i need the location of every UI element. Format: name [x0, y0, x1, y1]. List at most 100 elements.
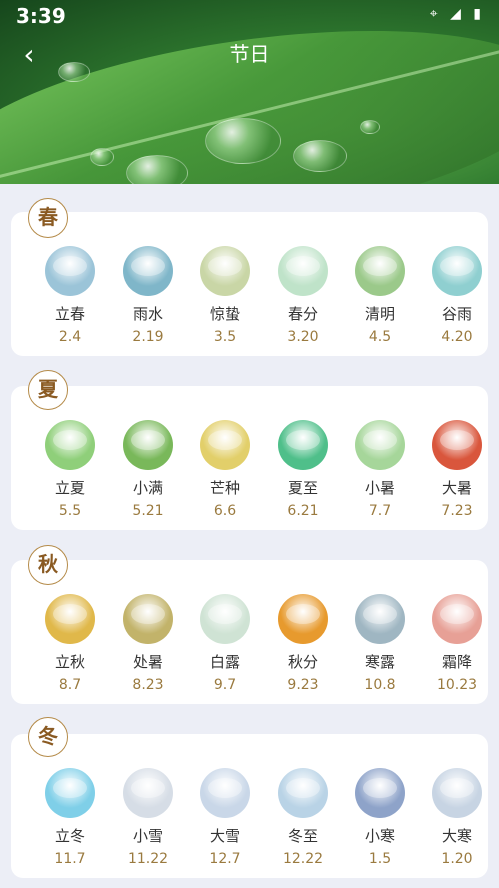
solar-term-illustration-icon — [355, 768, 405, 818]
solar-term-name: 小满 — [132, 479, 163, 497]
solar-term-item[interactable]: 立夏 5.5 — [31, 420, 109, 520]
solar-term-item[interactable]: 春分 3.20 — [264, 246, 342, 346]
solar-term-illustration-icon — [200, 420, 250, 470]
water-drop — [90, 148, 114, 166]
solar-term-item[interactable]: 谷雨 4.20 — [418, 246, 496, 346]
solar-term-item[interactable]: 大雪 12.7 — [186, 768, 264, 868]
solar-term-name: 霜降 — [441, 653, 472, 671]
term-row: 立秋 8.7 处暑 8.23 白露 9.7 秋分 9.23 寒露 10.8 霜降 10.23 — [11, 594, 488, 714]
solar-term-name: 冬至 — [287, 827, 318, 845]
solar-term-illustration-icon — [45, 246, 95, 296]
page-title: 节日 — [229, 42, 270, 66]
solar-term-item[interactable]: 惊蛰 3.5 — [186, 246, 264, 346]
solar-term-date: 9.7 — [213, 677, 237, 693]
solar-term-date: 5.21 — [132, 503, 164, 519]
solar-term-name: 惊蛰 — [209, 305, 240, 323]
solar-term-illustration-icon — [45, 420, 95, 470]
solar-term-name: 立春 — [54, 305, 85, 323]
solar-term-item[interactable]: 冬至 12.22 — [264, 768, 342, 868]
solar-term-name: 立秋 — [54, 653, 85, 671]
solar-term-name: 春分 — [287, 305, 318, 323]
solar-term-illustration-icon — [355, 594, 405, 644]
solar-term-illustration-icon — [432, 246, 482, 296]
solar-term-illustration-icon — [432, 768, 482, 818]
status-bar: 3:39 ⌖ ◢ ▮ — [0, 0, 499, 30]
solar-term-illustration-icon — [123, 594, 173, 644]
solar-term-date: 3.5 — [213, 329, 237, 345]
season-badge: 夏 — [28, 370, 68, 410]
solar-term-date: 9.23 — [287, 677, 319, 693]
solar-term-name: 处暑 — [132, 653, 163, 671]
solar-term-item[interactable]: 小满 5.21 — [109, 420, 187, 520]
season-badge: 冬 — [28, 717, 68, 757]
solar-term-date: 12.7 — [209, 851, 241, 867]
solar-term-date: 6.6 — [213, 503, 237, 519]
solar-term-item[interactable]: 夏至 6.21 — [264, 420, 342, 520]
solar-term-date: 1.5 — [368, 851, 392, 867]
solar-term-item[interactable]: 立冬 11.7 — [31, 768, 109, 868]
solar-term-date: 4.20 — [441, 329, 473, 345]
solar-term-name: 白露 — [209, 653, 240, 671]
solar-term-item[interactable]: 大暑 7.23 — [418, 420, 496, 520]
solar-term-name: 谷雨 — [441, 305, 472, 323]
solar-term-illustration-icon — [432, 594, 482, 644]
solar-term-name: 夏至 — [287, 479, 318, 497]
water-drop — [126, 155, 188, 184]
solar-term-name: 立夏 — [54, 479, 85, 497]
solar-term-item[interactable]: 小暑 7.7 — [341, 420, 419, 520]
solar-term-name: 大雪 — [209, 827, 240, 845]
solar-term-item[interactable]: 小雪 11.22 — [109, 768, 187, 868]
solar-term-illustration-icon — [432, 420, 482, 470]
solar-term-item[interactable]: 清明 4.5 — [341, 246, 419, 346]
solar-term-illustration-icon — [200, 246, 250, 296]
solar-term-name: 大寒 — [441, 827, 472, 845]
solar-term-name: 小暑 — [364, 479, 395, 497]
solar-term-item[interactable]: 立秋 8.7 — [31, 594, 109, 694]
solar-term-illustration-icon — [123, 246, 173, 296]
solar-term-item[interactable]: 立春 2.4 — [31, 246, 109, 346]
solar-term-date: 1.20 — [441, 851, 473, 867]
solar-term-name: 寒露 — [364, 653, 395, 671]
solar-term-item[interactable]: 小寒 1.5 — [341, 768, 419, 868]
solar-term-illustration-icon — [200, 768, 250, 818]
solar-term-item[interactable]: 秋分 9.23 — [264, 594, 342, 694]
status-time: 3:39 — [16, 4, 66, 28]
solar-term-item[interactable]: 寒露 10.8 — [341, 594, 419, 694]
term-row: 立春 2.4 雨水 2.19 惊蛰 3.5 春分 3.20 清明 4.5 谷雨 4.20 — [11, 246, 488, 366]
water-drop — [360, 120, 380, 134]
solar-term-illustration-icon — [123, 768, 173, 818]
solar-term-date: 2.4 — [58, 329, 82, 345]
solar-term-name: 芒种 — [209, 479, 240, 497]
solar-term-name: 立冬 — [54, 827, 85, 845]
solar-term-illustration-icon — [200, 594, 250, 644]
season-badge: 春 — [28, 198, 68, 238]
status-icons: ⌖ ◢ ▮ — [429, 6, 485, 22]
solar-term-item[interactable]: 芒种 6.6 — [186, 420, 264, 520]
solar-term-name: 小寒 — [364, 827, 395, 845]
solar-term-date: 8.7 — [58, 677, 82, 693]
solar-term-date: 10.23 — [436, 677, 478, 693]
solar-term-item[interactable]: 白露 9.7 — [186, 594, 264, 694]
water-drop — [205, 118, 281, 164]
solar-term-name: 清明 — [364, 305, 395, 323]
solar-term-date: 8.23 — [132, 677, 164, 693]
term-row: 立冬 11.7 小雪 11.22 大雪 12.7 冬至 12.22 小寒 1.5 大寒 1.20 — [11, 768, 488, 888]
solar-term-date: 5.5 — [58, 503, 82, 519]
solar-term-illustration-icon — [45, 594, 95, 644]
solar-term-item[interactable]: 雨水 2.19 — [109, 246, 187, 346]
solar-term-item[interactable]: 大寒 1.20 — [418, 768, 496, 868]
solar-term-illustration-icon — [278, 420, 328, 470]
solar-term-date: 6.21 — [287, 503, 319, 519]
solar-term-date: 12.22 — [282, 851, 324, 867]
header-banner: 3:39 ⌖ ◢ ▮ ‹ 节日 — [0, 0, 499, 184]
solar-term-name: 秋分 — [287, 653, 318, 671]
solar-term-date: 2.19 — [132, 329, 164, 345]
season-badge: 秋 — [28, 545, 68, 585]
solar-term-date: 11.7 — [54, 851, 86, 867]
solar-term-item[interactable]: 处暑 8.23 — [109, 594, 187, 694]
solar-term-illustration-icon — [278, 768, 328, 818]
solar-term-item[interactable]: 霜降 10.23 — [418, 594, 496, 694]
solar-term-illustration-icon — [355, 246, 405, 296]
solar-term-illustration-icon — [278, 246, 328, 296]
solar-term-date: 7.7 — [368, 503, 392, 519]
